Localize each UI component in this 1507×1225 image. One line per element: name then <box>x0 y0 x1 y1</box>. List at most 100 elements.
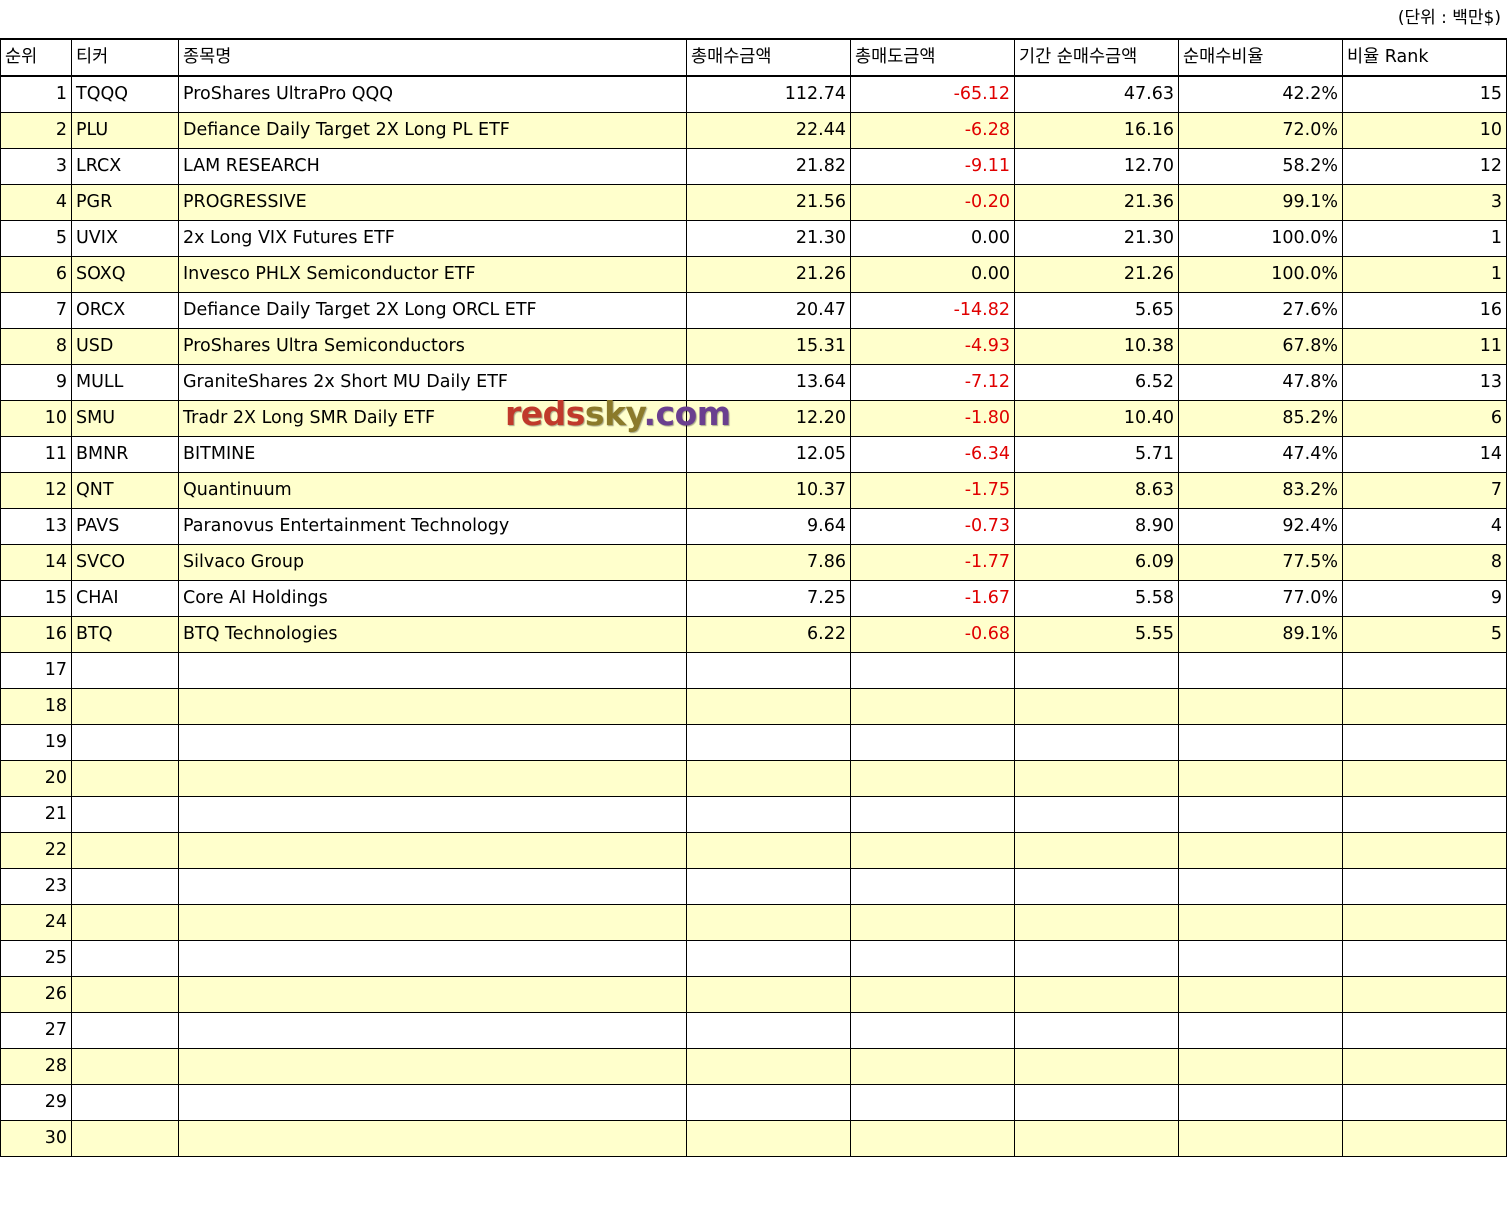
cell-net-ratio[interactable]: 85.2% <box>1178 400 1343 437</box>
cell-ticker[interactable]: ORCX <box>71 292 179 329</box>
cell-ratio-rank[interactable] <box>1342 832 1507 869</box>
cell-net-ratio[interactable] <box>1178 868 1343 905</box>
cell-rank[interactable]: 18 <box>0 688 72 725</box>
cell-ticker[interactable]: PGR <box>71 184 179 221</box>
cell-name[interactable] <box>178 1084 687 1121</box>
cell-ratio-rank[interactable]: 4 <box>1342 508 1507 545</box>
cell-ratio-rank[interactable] <box>1342 796 1507 833</box>
cell-rank[interactable]: 1 <box>0 75 72 113</box>
cell-net-buy[interactable]: 5.58 <box>1014 580 1179 617</box>
cell-name[interactable]: Core AI Holdings <box>178 580 687 617</box>
cell-total-buy[interactable]: 20.47 <box>686 292 851 329</box>
cell-net-buy[interactable]: 5.65 <box>1014 292 1179 329</box>
cell-net-ratio[interactable]: 58.2% <box>1178 148 1343 185</box>
cell-net-ratio[interactable]: 27.6% <box>1178 292 1343 329</box>
cell-ratio-rank[interactable]: 15 <box>1342 75 1507 113</box>
cell-net-ratio[interactable] <box>1178 1120 1343 1157</box>
cell-name[interactable]: ProShares UltraPro QQQ <box>178 75 687 113</box>
header-total-sell[interactable]: 총매도금액 <box>850 38 1015 77</box>
cell-name[interactable]: GraniteShares 2x Short MU Daily ETF <box>178 364 687 401</box>
cell-total-sell[interactable]: -1.80 <box>850 400 1015 437</box>
cell-name[interactable] <box>178 652 687 689</box>
cell-name[interactable] <box>178 688 687 725</box>
cell-ticker[interactable]: BMNR <box>71 436 179 473</box>
cell-total-sell[interactable]: 0.00 <box>850 256 1015 293</box>
cell-total-sell[interactable] <box>850 1048 1015 1085</box>
cell-ratio-rank[interactable]: 6 <box>1342 400 1507 437</box>
cell-name[interactable] <box>178 868 687 905</box>
cell-net-ratio[interactable]: 72.0% <box>1178 112 1343 149</box>
cell-rank[interactable]: 29 <box>0 1084 72 1121</box>
cell-net-buy[interactable]: 12.70 <box>1014 148 1179 185</box>
cell-ticker[interactable]: MULL <box>71 364 179 401</box>
cell-total-sell[interactable] <box>850 724 1015 761</box>
cell-total-buy[interactable]: 15.31 <box>686 328 851 365</box>
cell-total-sell[interactable] <box>850 1084 1015 1121</box>
cell-net-buy[interactable]: 8.63 <box>1014 472 1179 509</box>
cell-total-sell[interactable]: -1.67 <box>850 580 1015 617</box>
cell-net-ratio[interactable]: 77.5% <box>1178 544 1343 581</box>
header-ticker[interactable]: 티커 <box>71 38 179 77</box>
cell-ticker[interactable]: USD <box>71 328 179 365</box>
cell-total-buy[interactable]: 21.30 <box>686 220 851 257</box>
cell-total-sell[interactable] <box>850 652 1015 689</box>
cell-ratio-rank[interactable] <box>1342 1084 1507 1121</box>
cell-total-sell[interactable] <box>850 868 1015 905</box>
cell-total-buy[interactable]: 12.20 <box>686 400 851 437</box>
cell-net-ratio[interactable]: 47.4% <box>1178 436 1343 473</box>
cell-total-sell[interactable]: -0.73 <box>850 508 1015 545</box>
cell-net-buy[interactable] <box>1014 724 1179 761</box>
cell-name[interactable]: Defiance Daily Target 2X Long ORCL ETF <box>178 292 687 329</box>
cell-net-buy[interactable] <box>1014 1120 1179 1157</box>
cell-ratio-rank[interactable] <box>1342 1012 1507 1049</box>
cell-total-sell[interactable] <box>850 1120 1015 1157</box>
cell-net-buy[interactable]: 8.90 <box>1014 508 1179 545</box>
cell-net-buy[interactable]: 5.55 <box>1014 616 1179 653</box>
cell-net-buy[interactable]: 6.09 <box>1014 544 1179 581</box>
header-ratio-rank[interactable]: 비율 Rank <box>1342 38 1507 77</box>
cell-name[interactable]: BITMINE <box>178 436 687 473</box>
cell-ratio-rank[interactable] <box>1342 868 1507 905</box>
cell-name[interactable]: LAM RESEARCH <box>178 148 687 185</box>
cell-ticker[interactable]: QNT <box>71 472 179 509</box>
cell-ratio-rank[interactable] <box>1342 940 1507 977</box>
cell-rank[interactable]: 24 <box>0 904 72 941</box>
cell-net-ratio[interactable]: 77.0% <box>1178 580 1343 617</box>
cell-rank[interactable]: 28 <box>0 1048 72 1085</box>
cell-total-sell[interactable]: -65.12 <box>850 75 1015 113</box>
cell-net-buy[interactable]: 16.16 <box>1014 112 1179 149</box>
cell-ratio-rank[interactable] <box>1342 976 1507 1013</box>
cell-total-sell[interactable]: -0.20 <box>850 184 1015 221</box>
cell-net-buy[interactable] <box>1014 832 1179 869</box>
cell-ticker[interactable]: LRCX <box>71 148 179 185</box>
cell-net-ratio[interactable] <box>1178 1048 1343 1085</box>
cell-ticker[interactable] <box>71 940 179 977</box>
cell-total-buy[interactable]: 21.26 <box>686 256 851 293</box>
cell-net-ratio[interactable]: 100.0% <box>1178 220 1343 257</box>
header-net-ratio[interactable]: 순매수비율 <box>1178 38 1343 77</box>
cell-net-ratio[interactable]: 83.2% <box>1178 472 1343 509</box>
cell-ratio-rank[interactable] <box>1342 1048 1507 1085</box>
cell-ratio-rank[interactable]: 14 <box>1342 436 1507 473</box>
cell-rank[interactable]: 7 <box>0 292 72 329</box>
cell-total-buy[interactable]: 7.25 <box>686 580 851 617</box>
cell-net-buy[interactable] <box>1014 868 1179 905</box>
cell-ratio-rank[interactable]: 1 <box>1342 256 1507 293</box>
cell-rank[interactable]: 23 <box>0 868 72 905</box>
cell-rank[interactable]: 9 <box>0 364 72 401</box>
cell-net-buy[interactable] <box>1014 904 1179 941</box>
cell-total-buy[interactable] <box>686 1120 851 1157</box>
cell-name[interactable]: BTQ Technologies <box>178 616 687 653</box>
cell-net-buy[interactable] <box>1014 1084 1179 1121</box>
cell-total-buy[interactable] <box>686 652 851 689</box>
cell-total-buy[interactable]: 9.64 <box>686 508 851 545</box>
cell-net-ratio[interactable]: 67.8% <box>1178 328 1343 365</box>
cell-ticker[interactable] <box>71 1012 179 1049</box>
cell-rank[interactable]: 20 <box>0 760 72 797</box>
cell-net-buy[interactable]: 10.38 <box>1014 328 1179 365</box>
cell-total-buy[interactable]: 10.37 <box>686 472 851 509</box>
cell-name[interactable] <box>178 904 687 941</box>
cell-name[interactable] <box>178 832 687 869</box>
cell-total-sell[interactable] <box>850 796 1015 833</box>
cell-total-sell[interactable]: -6.34 <box>850 436 1015 473</box>
